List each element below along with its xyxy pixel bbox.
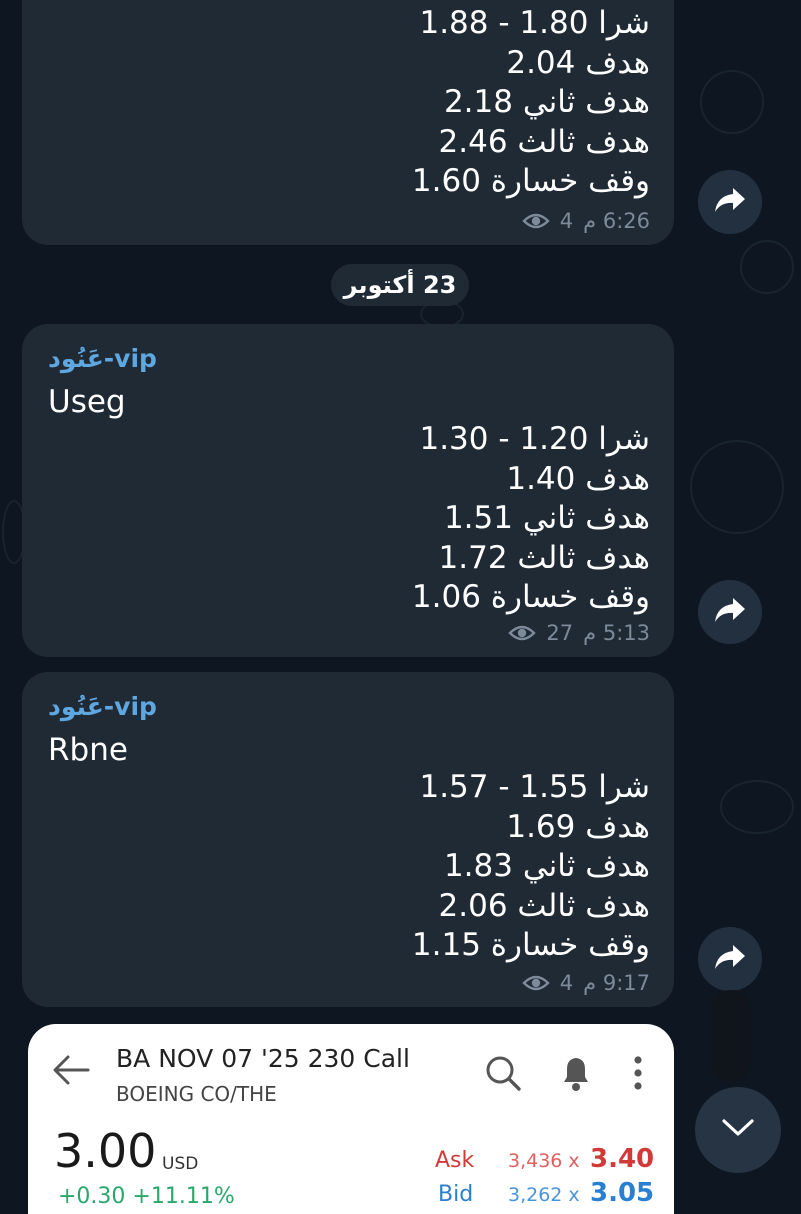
last-price: 3.00 xyxy=(54,1124,157,1178)
view-count: 27 xyxy=(546,621,574,645)
forward-icon xyxy=(713,596,747,628)
eye-icon xyxy=(522,973,550,993)
eye-icon xyxy=(522,211,550,231)
sender-name[interactable]: عَنُود-vip xyxy=(48,692,157,721)
message-line: هدف ثالث 2.46 xyxy=(438,123,650,160)
view-count: 4 xyxy=(559,209,574,233)
bid-price: 3.05 xyxy=(590,1178,655,1208)
date-label: 23 أكتوبر xyxy=(343,271,457,299)
message-line: وقف خسارة 1.06 xyxy=(411,579,650,615)
message-meta: 4 6:26 م xyxy=(522,209,650,233)
ask-label: Ask xyxy=(435,1148,475,1173)
bid-size: 3,262 x xyxy=(508,1184,580,1206)
date-separator: 23 أكتوبر xyxy=(331,264,469,306)
forward-button[interactable] xyxy=(698,927,762,991)
bid-label: Bid xyxy=(438,1182,474,1207)
currency-label: USD xyxy=(162,1154,199,1174)
message-line: شرا 1.55 - 1.57 xyxy=(419,769,650,805)
message-text: شرا 1.55 - 1.57 هدف 1.69 هدف ثاني 1.83 ه… xyxy=(412,768,650,966)
message-time: 5:13 م xyxy=(583,621,650,645)
forward-button[interactable] xyxy=(698,170,762,234)
message-text: شرا 1.80 - 1.88 هدف 2.04 هدف ثاني 2.18 ه… xyxy=(412,4,650,202)
more-vertical-icon[interactable] xyxy=(631,1054,645,1096)
message-meta: 4 9:17 م xyxy=(522,971,650,995)
price-change: +0.30 +11.11% xyxy=(58,1184,235,1209)
message-line: هدف ثالث 2.06 xyxy=(438,887,650,924)
message-line: هدف ثالث 1.72 xyxy=(438,539,650,576)
scroll-down-button[interactable] xyxy=(695,1087,781,1173)
message-line: هدف 1.69 xyxy=(506,808,650,845)
message-bubble[interactable]: عَنُود-vip Useg شرا 1.20 - 1.30 هدف 1.40… xyxy=(22,324,674,657)
forward-icon xyxy=(713,943,747,975)
scroll-thumb[interactable] xyxy=(711,990,751,1082)
ticker-symbol: Useg xyxy=(48,384,126,420)
message-line: هدف 1.40 xyxy=(506,460,650,497)
message-line: وقف خسارة 1.60 xyxy=(411,163,650,199)
quote-screenshot-card[interactable]: BA NOV 07 '25 230 Call BOEING CO/THE 3.0… xyxy=(28,1024,674,1214)
bell-icon[interactable] xyxy=(558,1054,594,1096)
message-text: شرا 1.20 - 1.30 هدف 1.40 هدف ثاني 1.51 ه… xyxy=(412,420,650,618)
sender-name[interactable]: عَنُود-vip xyxy=(48,344,157,373)
message-meta: 27 5:13 م xyxy=(508,621,650,645)
option-title: BA NOV 07 '25 230 Call xyxy=(116,1044,410,1073)
message-line: شرا 1.20 - 1.30 xyxy=(419,421,650,457)
message-line: هدف ثاني 2.18 xyxy=(443,84,650,120)
view-count: 4 xyxy=(559,971,574,995)
chevron-down-icon xyxy=(720,1117,756,1143)
search-icon[interactable] xyxy=(484,1054,522,1096)
eye-icon xyxy=(508,623,537,643)
back-arrow-icon[interactable] xyxy=(52,1054,90,1090)
forward-icon xyxy=(713,186,747,218)
message-time: 6:26 م xyxy=(583,209,650,233)
message-bubble[interactable]: شرا 1.80 - 1.88 هدف 2.04 هدف ثاني 2.18 ه… xyxy=(22,0,674,245)
message-bubble[interactable]: عَنُود-vip Rbne شرا 1.55 - 1.57 هدف 1.69… xyxy=(22,672,674,1007)
message-line: هدف 2.04 xyxy=(506,44,650,81)
ask-size: 3,436 x xyxy=(508,1150,580,1172)
company-name: BOEING CO/THE xyxy=(116,1082,277,1106)
message-line: وقف خسارة 1.15 xyxy=(411,927,650,963)
ask-price: 3.40 xyxy=(590,1144,655,1174)
message-line: شرا 1.80 - 1.88 xyxy=(419,5,650,41)
ticker-symbol: Rbne xyxy=(48,732,128,768)
message-time: 9:17 م xyxy=(583,971,650,995)
forward-button[interactable] xyxy=(698,580,762,644)
message-line: هدف ثاني 1.51 xyxy=(443,500,650,536)
message-line: هدف ثاني 1.83 xyxy=(443,848,650,884)
